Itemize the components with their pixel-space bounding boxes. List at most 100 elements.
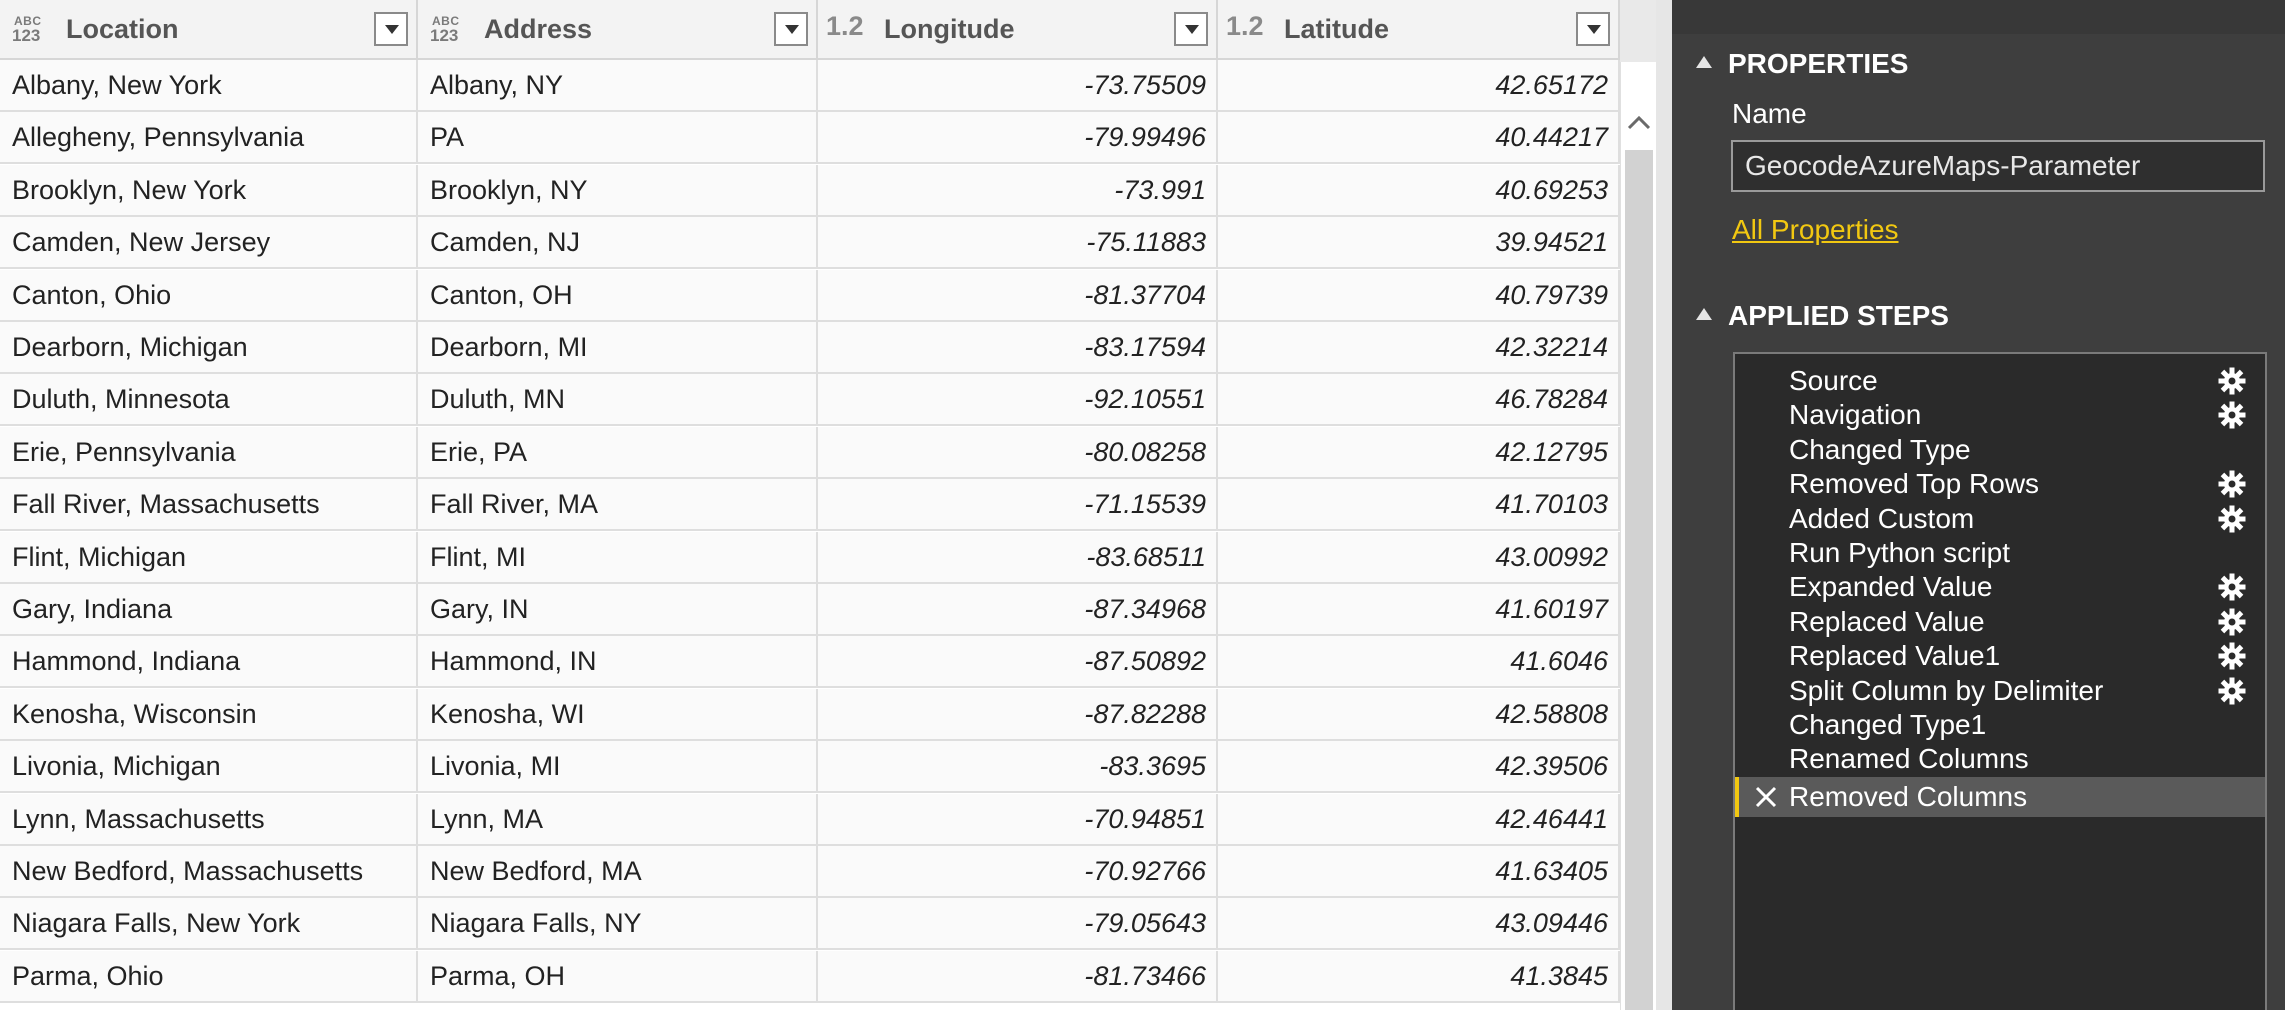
- query-name-input[interactable]: GeocodeAzureMaps-Parameter: [1731, 140, 2265, 192]
- pane-splitter[interactable]: [1656, 0, 1672, 1010]
- table-row[interactable]: Kenosha, Wisconsin Kenosha, WI -87.82288 42…: [0, 688, 1620, 741]
- collapse-triangle-icon[interactable]: [1696, 55, 1712, 68]
- table-row[interactable]: Erie, Pennsylvania Erie, PA -80.08258 42.12…: [0, 426, 1620, 479]
- table-cell[interactable]: New Bedford, Massachusetts: [0, 846, 418, 898]
- applied-step[interactable]: Navigation: [1735, 398, 2265, 432]
- table-cell[interactable]: -83.68511: [818, 531, 1218, 584]
- table-row[interactable]: Allegheny, Pennsylvania PA -79.99496 40.442…: [0, 112, 1620, 165]
- column-header-longitude[interactable]: 1.2 Longitude: [818, 0, 1218, 58]
- table-cell[interactable]: Kenosha, WI: [418, 688, 818, 741]
- table-cell[interactable]: Niagara Falls, NY: [418, 898, 818, 951]
- table-cell[interactable]: Camden, New Jersey: [0, 217, 418, 270]
- table-cell[interactable]: -73.991: [818, 164, 1218, 217]
- table-row[interactable]: Duluth, Minnesota Duluth, MN -92.10551 46.7…: [0, 374, 1620, 427]
- table-row[interactable]: Dearborn, Michigan Dearborn, MI -83.17594 4…: [0, 322, 1620, 374]
- table-row[interactable]: New Bedford, Massachusetts New Bedford, M…: [0, 846, 1620, 898]
- table-cell[interactable]: -70.94851: [818, 793, 1218, 846]
- delete-step-x-icon[interactable]: [1751, 782, 1781, 812]
- table-cell[interactable]: 42.46441: [1218, 793, 1620, 846]
- table-cell[interactable]: 40.79739: [1218, 269, 1620, 322]
- step-settings-gear-icon[interactable]: [2217, 641, 2247, 671]
- table-cell[interactable]: Brooklyn, NY: [418, 164, 818, 217]
- table-cell[interactable]: -83.17594: [818, 322, 1218, 374]
- filter-dropdown-icon[interactable]: [374, 12, 408, 46]
- table-cell[interactable]: Parma, OH: [418, 950, 818, 1003]
- table-cell[interactable]: Livonia, Michigan: [0, 741, 418, 794]
- table-cell[interactable]: 43.00992: [1218, 531, 1620, 584]
- table-cell[interactable]: Gary, Indiana: [0, 584, 418, 636]
- table-cell[interactable]: -87.34968: [818, 584, 1218, 636]
- table-cell[interactable]: Lynn, MA: [418, 793, 818, 846]
- table-cell[interactable]: Livonia, MI: [418, 741, 818, 794]
- applied-step[interactable]: Replaced Value1: [1735, 639, 2265, 673]
- applied-step[interactable]: Renamed Columns: [1735, 742, 2265, 776]
- applied-step[interactable]: Added Custom: [1735, 502, 2265, 536]
- table-cell[interactable]: Erie, Pennsylvania: [0, 426, 418, 479]
- table-cell[interactable]: -71.15539: [818, 479, 1218, 532]
- table-cell[interactable]: Camden, NJ: [418, 217, 818, 270]
- table-cell[interactable]: Hammond, IN: [418, 636, 818, 689]
- table-cell[interactable]: PA: [418, 112, 818, 165]
- table-cell[interactable]: Flint, MI: [418, 531, 818, 584]
- table-cell[interactable]: 41.70103: [1218, 479, 1620, 532]
- applied-step[interactable]: Removed Top Rows: [1735, 467, 2265, 501]
- table-cell[interactable]: -80.08258: [818, 426, 1218, 479]
- applied-step[interactable]: Expanded Value: [1735, 570, 2265, 604]
- decimal-type-icon[interactable]: 1.2: [826, 11, 868, 41]
- table-cell[interactable]: -81.73466: [818, 950, 1218, 1003]
- table-cell[interactable]: 41.60197: [1218, 584, 1620, 636]
- table-row[interactable]: Livonia, Michigan Livonia, MI -83.3695 42.3…: [0, 741, 1620, 794]
- table-cell[interactable]: Duluth, Minnesota: [0, 374, 418, 427]
- table-row[interactable]: Fall River, Massachusetts Fall River, MA -…: [0, 479, 1620, 532]
- table-row[interactable]: Flint, Michigan Flint, MI -83.68511 43.0099…: [0, 531, 1620, 584]
- applied-step[interactable]: Removed Columns: [1735, 776, 2265, 817]
- table-cell[interactable]: Fall River, Massachusetts: [0, 479, 418, 532]
- table-cell[interactable]: Hammond, Indiana: [0, 636, 418, 689]
- table-cell[interactable]: 42.39506: [1218, 741, 1620, 794]
- table-cell[interactable]: Gary, IN: [418, 584, 818, 636]
- table-row[interactable]: Brooklyn, New York Brooklyn, NY -73.991 40.…: [0, 164, 1620, 217]
- table-cell[interactable]: Albany, New York: [0, 60, 418, 112]
- table-row[interactable]: Gary, Indiana Gary, IN -87.34968 41.60197: [0, 584, 1620, 636]
- table-cell[interactable]: -73.75509: [818, 60, 1218, 112]
- table-cell[interactable]: Brooklyn, New York: [0, 164, 418, 217]
- step-settings-gear-icon[interactable]: [2217, 676, 2247, 706]
- table-cell[interactable]: Fall River, MA: [418, 479, 818, 532]
- step-settings-gear-icon[interactable]: [2217, 366, 2247, 396]
- applied-step[interactable]: Replaced Value: [1735, 605, 2265, 639]
- table-cell[interactable]: Erie, PA: [418, 426, 818, 479]
- filter-dropdown-icon[interactable]: [1576, 12, 1610, 46]
- table-cell[interactable]: 42.65172: [1218, 60, 1620, 112]
- table-row[interactable]: Niagara Falls, New York Niagara Falls, NY…: [0, 898, 1620, 951]
- step-settings-gear-icon[interactable]: [2217, 400, 2247, 430]
- table-cell[interactable]: Allegheny, Pennsylvania: [0, 112, 418, 165]
- table-cell[interactable]: 39.94521: [1218, 217, 1620, 270]
- applied-step[interactable]: Changed Type: [1735, 433, 2265, 467]
- table-cell[interactable]: -75.11883: [818, 217, 1218, 270]
- column-header-address[interactable]: ABC 123 Address: [418, 0, 818, 58]
- scroll-up-chevron-icon[interactable]: [1625, 102, 1653, 142]
- table-cell[interactable]: Duluth, MN: [418, 374, 818, 427]
- filter-dropdown-icon[interactable]: [1174, 12, 1208, 46]
- table-cell[interactable]: -83.3695: [818, 741, 1218, 794]
- decimal-type-icon[interactable]: 1.2: [1226, 11, 1268, 41]
- column-header-location[interactable]: ABC 123 Location: [0, 0, 418, 58]
- table-cell[interactable]: -79.99496: [818, 112, 1218, 165]
- applied-step[interactable]: Split Column by Delimiter: [1735, 674, 2265, 708]
- table-row[interactable]: Canton, Ohio Canton, OH -81.37704 40.79739: [0, 269, 1620, 322]
- table-cell[interactable]: -87.50892: [818, 636, 1218, 689]
- table-cell[interactable]: -79.05643: [818, 898, 1218, 951]
- table-row[interactable]: Parma, Ohio Parma, OH -81.73466 41.3845: [0, 950, 1620, 1003]
- applied-step[interactable]: Changed Type1: [1735, 708, 2265, 742]
- table-cell[interactable]: Flint, Michigan: [0, 531, 418, 584]
- filter-dropdown-icon[interactable]: [774, 12, 808, 46]
- table-row[interactable]: Camden, New Jersey Camden, NJ -75.11883 39.…: [0, 217, 1620, 270]
- table-cell[interactable]: Kenosha, Wisconsin: [0, 688, 418, 741]
- table-cell[interactable]: Albany, NY: [418, 60, 818, 112]
- step-settings-gear-icon[interactable]: [2217, 607, 2247, 637]
- collapse-triangle-icon[interactable]: [1696, 307, 1712, 320]
- table-cell[interactable]: Canton, OH: [418, 269, 818, 322]
- properties-section-header[interactable]: PROPERTIES: [1696, 48, 1908, 80]
- column-header-latitude[interactable]: 1.2 Latitude: [1218, 0, 1620, 58]
- table-cell[interactable]: Niagara Falls, New York: [0, 898, 418, 951]
